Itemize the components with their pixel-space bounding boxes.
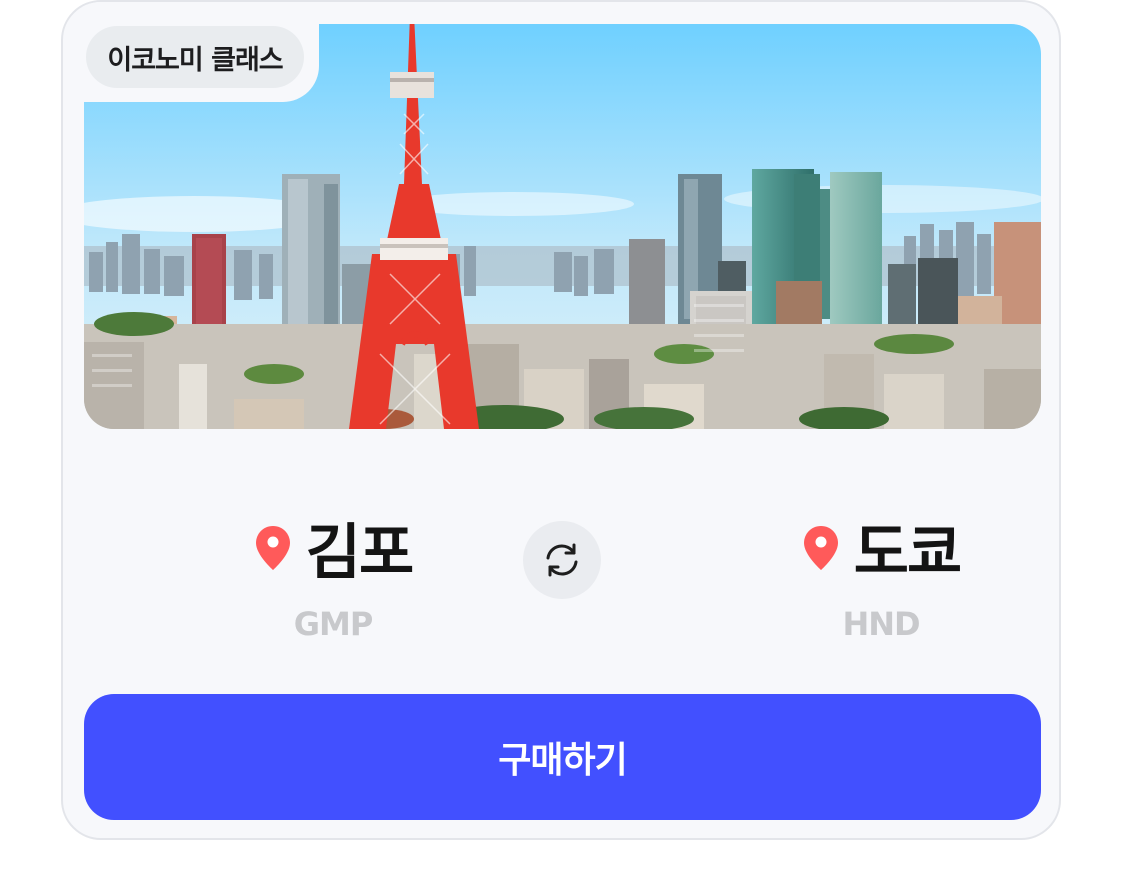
destination-code: HND — [842, 605, 920, 643]
origin-code: GMP — [293, 605, 374, 643]
destination-location[interactable]: 도쿄 HND — [756, 504, 1006, 643]
swap-arrows-icon — [546, 543, 578, 577]
location-pin-icon — [803, 525, 838, 570]
origin-location[interactable]: 김포 GMP — [208, 504, 458, 643]
location-pin-icon — [255, 525, 290, 570]
origin-city: 김포 — [305, 518, 414, 588]
buy-button[interactable]: 구매하기 — [84, 694, 1041, 820]
destination-city: 도쿄 — [853, 518, 962, 588]
class-badge: 이코노미 클래스 — [86, 26, 304, 88]
flight-ticket-card: 이코노미 클래스 김포 GMP 도쿄 HND 구매하기 — [61, 0, 1061, 840]
swap-route-button[interactable] — [523, 521, 601, 599]
